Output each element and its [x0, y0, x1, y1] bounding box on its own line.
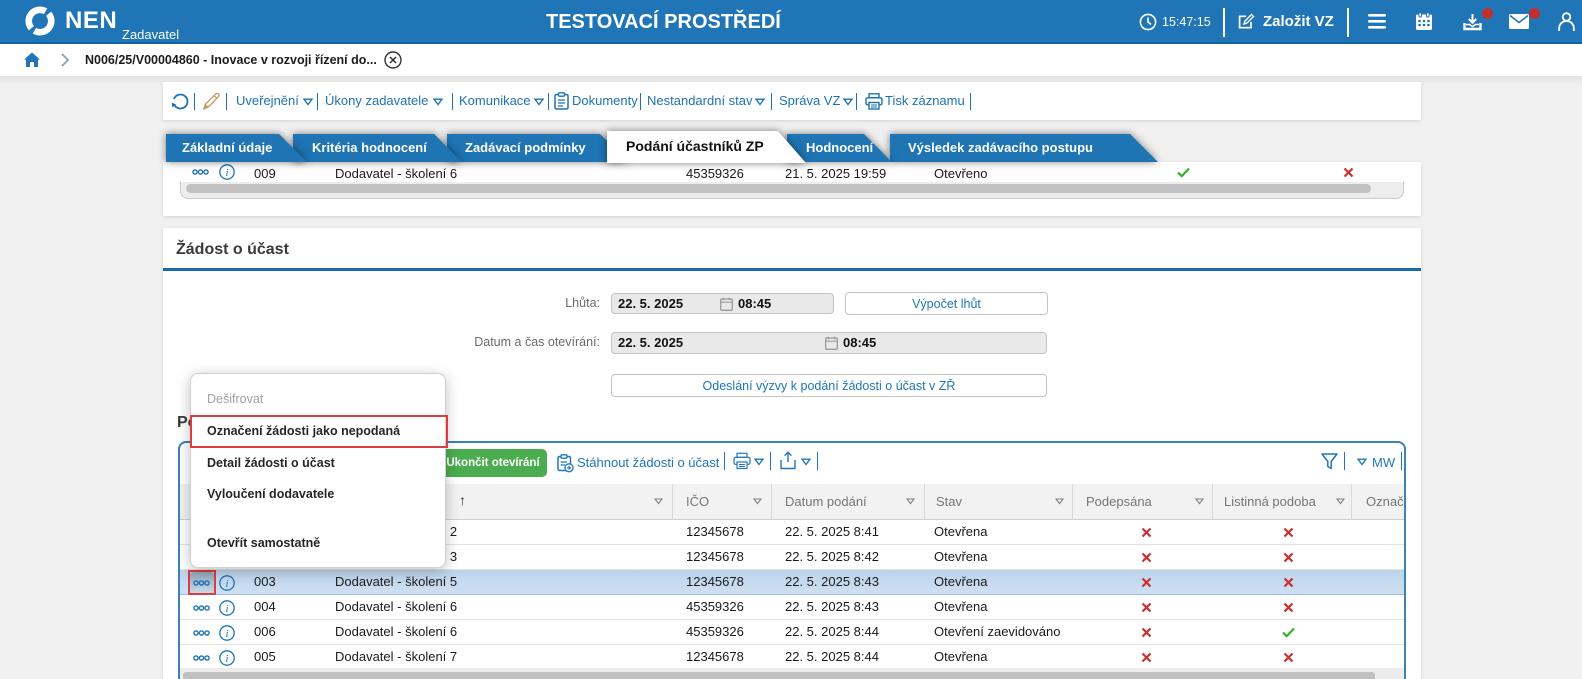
svg-text:i: i	[225, 167, 228, 179]
svg-text:i: i	[225, 603, 228, 615]
svg-text:i: i	[225, 578, 228, 590]
svg-text:i: i	[225, 653, 228, 665]
svg-text:i: i	[225, 628, 228, 640]
